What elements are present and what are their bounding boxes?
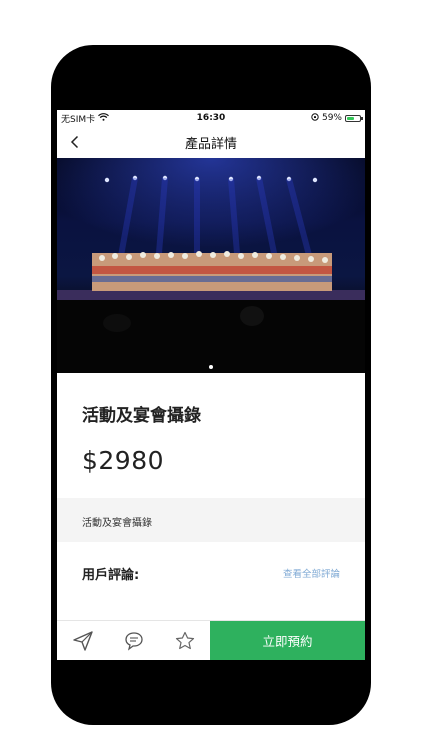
stage-performance-photo [57,158,365,373]
wifi-icon [98,112,110,124]
battery-percent: 59% [321,113,342,123]
status-right: 59% [311,112,363,124]
battery-charging-icon [345,114,363,122]
carousel-indicator [57,365,365,369]
carrier-label: 无SIM卡 [61,114,96,125]
product-description: 活動及宴會攝錄 [82,518,152,529]
description-section: 活動及宴會攝錄 [57,498,365,542]
view-all-reviews-link[interactable]: 查看全部評論 [283,566,340,580]
product-title: 活動及宴會攝錄 [82,406,201,426]
book-now-button[interactable]: 立即預約 [210,621,365,660]
bottom-action-bar: 立即預約 [57,620,365,660]
nav-bar: 產品詳情 [57,126,365,158]
orientation-lock-icon [311,112,319,124]
page-title: 產品詳情 [184,136,237,152]
carousel-dot[interactable] [209,365,213,369]
product-image-carousel[interactable] [57,158,365,373]
battery-level-fill [347,116,355,120]
reviews-heading: 用戶評論: [82,568,140,583]
chevron-left-icon[interactable] [67,134,83,150]
message-icon[interactable] [108,621,159,660]
favorite-star-icon[interactable] [159,621,210,660]
share-send-icon[interactable] [57,621,108,660]
product-price: $2980 [82,446,165,475]
status-bar: 无SIM卡 16:30 59% [57,110,365,126]
status-left: 无SIM卡 [61,112,110,125]
app-screen: 无SIM卡 16:30 59% 產品詳情 活動及宴會攝錄 $2980 活動及宴會… [57,110,365,660]
